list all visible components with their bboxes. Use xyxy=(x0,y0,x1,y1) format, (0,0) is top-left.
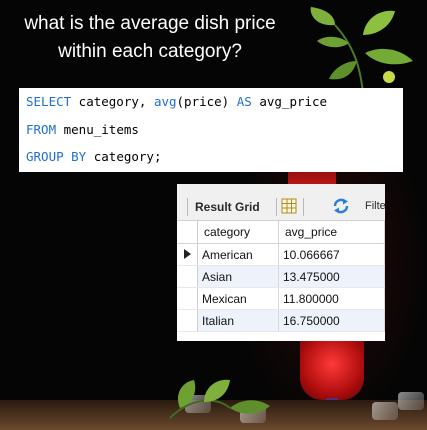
sql-text: menu_items xyxy=(56,122,139,137)
table-row[interactable]: American 10.066667 xyxy=(177,243,385,266)
column-header-category[interactable]: category xyxy=(197,221,279,244)
toolbar-divider xyxy=(276,198,277,216)
result-grid-toolbar: Result Grid Filte xyxy=(177,184,385,221)
cell-avg-price[interactable]: 10.066667 xyxy=(278,243,385,266)
sql-keyword-as: AS xyxy=(236,94,252,109)
toolbar-divider xyxy=(303,198,304,216)
sql-line-group-by: GROUP BY category; xyxy=(26,147,161,167)
column-header-avg-price[interactable]: avg_price xyxy=(278,221,385,244)
sql-line-from: FROM menu_items xyxy=(26,120,139,140)
sql-text: (price) xyxy=(176,94,237,109)
mint-leaves-decoration-bottom xyxy=(169,379,270,419)
row-marker xyxy=(177,309,198,332)
table-header-row: category avg_price xyxy=(177,221,385,244)
sql-line-select: SELECT category, avg(price) AS avg_price xyxy=(26,92,327,112)
row-pointer-icon xyxy=(183,248,191,259)
row-marker xyxy=(177,265,198,288)
sql-text: category; xyxy=(86,149,162,164)
filter-rows-label[interactable]: Filte xyxy=(365,200,385,212)
question-line-1: what is the average dish price xyxy=(24,13,276,34)
cell-category[interactable]: American xyxy=(197,243,279,266)
grid-icon[interactable] xyxy=(281,198,297,214)
question-line-2: within each category? xyxy=(58,41,242,62)
sql-function-avg: avg xyxy=(153,94,177,109)
drink-glass xyxy=(300,340,364,400)
result-grid-panel: Result Grid Filte category avg_price Ame… xyxy=(177,184,385,341)
cell-avg-price[interactable]: 16.750000 xyxy=(278,309,385,332)
sql-keyword-from: FROM xyxy=(26,122,57,137)
cell-avg-price[interactable]: 11.800000 xyxy=(278,287,385,310)
row-marker-header xyxy=(177,221,198,244)
sql-text: avg_price xyxy=(251,94,328,109)
ice-cube xyxy=(372,402,398,420)
sql-code-panel: SELECT category, avg(price) AS avg_price… xyxy=(19,88,403,172)
sql-keyword-group-by: GROUP BY xyxy=(26,149,87,164)
cell-category[interactable]: Italian xyxy=(197,309,279,332)
ice-cube xyxy=(398,392,424,410)
table-row[interactable]: Mexican 11.800000 xyxy=(177,287,385,310)
table-row[interactable]: Asian 13.475000 xyxy=(177,265,385,288)
result-grid-tab[interactable]: Result Grid xyxy=(195,200,260,214)
cell-avg-price[interactable]: 13.475000 xyxy=(278,265,385,288)
toolbar-divider xyxy=(187,198,188,216)
refresh-icon[interactable] xyxy=(332,197,350,215)
question-heading: what is the average dish price within ea… xyxy=(0,10,300,66)
cell-category[interactable]: Asian xyxy=(197,265,279,288)
mint-leaves-decoration xyxy=(310,7,413,94)
cell-category[interactable]: Mexican xyxy=(197,287,279,310)
sql-text: category, xyxy=(71,94,154,109)
row-marker xyxy=(177,287,198,310)
row-marker xyxy=(177,243,198,266)
result-table: category avg_price American 10.066667 As… xyxy=(177,221,385,332)
sql-keyword-select: SELECT xyxy=(26,94,72,109)
table-row[interactable]: Italian 16.750000 xyxy=(177,309,385,332)
